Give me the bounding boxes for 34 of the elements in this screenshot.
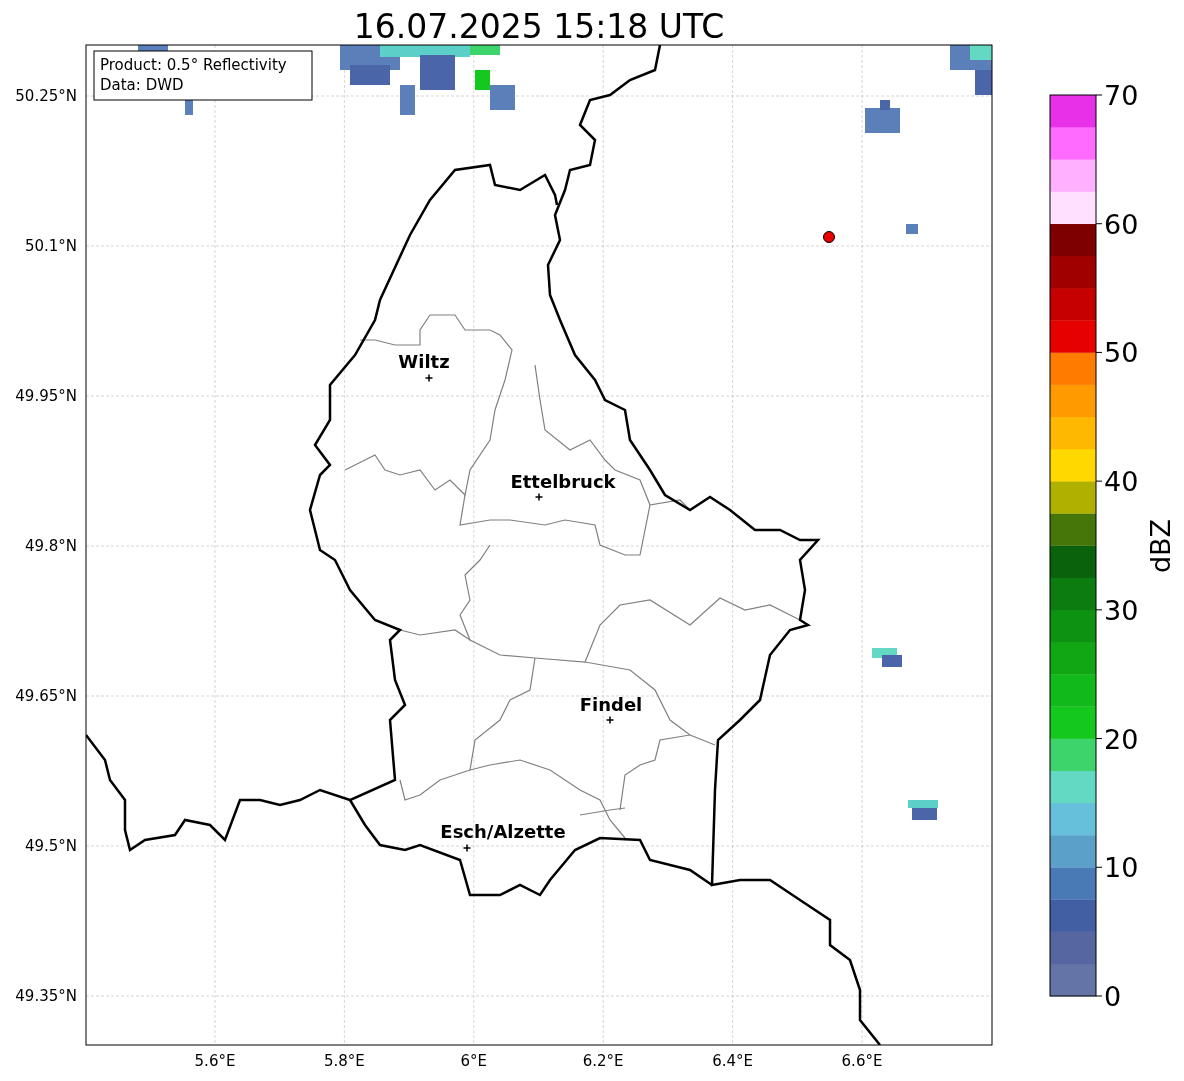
y-tick-label: 49.65°N bbox=[15, 687, 77, 705]
chart-title: 16.07.2025 15:18 UTC bbox=[353, 7, 725, 46]
info-text: Product: 0.5° Reflectivity bbox=[100, 56, 287, 74]
info-text: Data: DWD bbox=[100, 76, 184, 94]
city-marker-icon bbox=[605, 715, 615, 725]
colorbar-tick-label: 50 bbox=[1104, 337, 1139, 369]
colorbar-tick-label: 60 bbox=[1104, 208, 1139, 240]
location-dot bbox=[823, 231, 835, 243]
city-label: Ettelbruck bbox=[510, 471, 616, 492]
city-label: Esch/Alzette bbox=[440, 821, 566, 842]
y-tick-label: 49.95°N bbox=[15, 387, 77, 405]
x-tick-label: 5.6°E bbox=[194, 1052, 236, 1070]
city-marker-icon bbox=[462, 843, 472, 853]
y-tick-label: 50.25°N bbox=[15, 87, 77, 105]
colorbar-tick-label: 30 bbox=[1104, 594, 1139, 626]
y-tick-label: 49.8°N bbox=[24, 537, 77, 555]
city-marker-icon bbox=[534, 492, 544, 502]
colorbar-tick-label: 20 bbox=[1104, 723, 1139, 755]
y-tick-label: 49.35°N bbox=[15, 987, 77, 1005]
city-label: Findel bbox=[579, 694, 643, 715]
city-label: Wiltz bbox=[398, 351, 450, 372]
x-tick-label: 6°E bbox=[460, 1052, 488, 1070]
colorbar-tick-label: 40 bbox=[1104, 466, 1139, 498]
colorbar-tick-label: 0 bbox=[1104, 980, 1122, 1012]
x-tick-label: 6.2°E bbox=[582, 1052, 624, 1070]
colorbar-tick-label: 10 bbox=[1104, 852, 1139, 884]
city-marker-icon bbox=[424, 373, 434, 383]
x-tick-label: 5.8°E bbox=[324, 1052, 365, 1070]
x-tick-label: 6.4°E bbox=[712, 1052, 753, 1070]
colorbar-tick-label: 70 bbox=[1104, 80, 1139, 111]
y-tick-label: 49.5°N bbox=[24, 837, 77, 855]
x-tick-label: 6.6°E bbox=[841, 1052, 883, 1070]
y-tick-label: 50.1°N bbox=[24, 237, 77, 255]
colorbar-label: dBZ bbox=[1145, 518, 1176, 574]
